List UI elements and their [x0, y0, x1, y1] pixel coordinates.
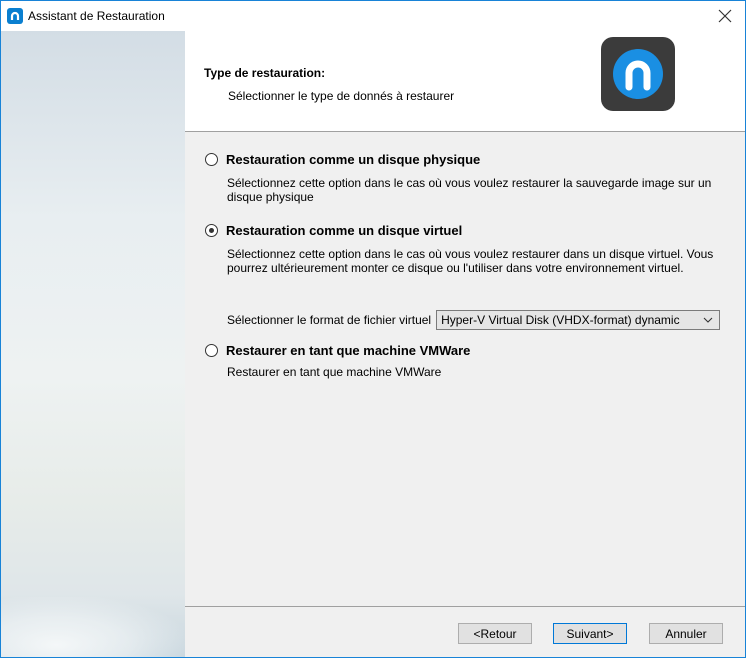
close-icon — [718, 9, 732, 23]
back-button[interactable]: <Retour — [458, 623, 532, 644]
option-description: Restaurer en tant que machine VMWare — [227, 365, 442, 379]
page-subtitle: Sélectionner le type de donnés à restaur… — [228, 89, 455, 103]
options-panel: Restauration comme un disque physique Sé… — [185, 132, 745, 606]
radio-virtual-disk[interactable] — [205, 224, 218, 237]
app-icon — [7, 8, 23, 24]
option-label: Restauration comme un disque physique — [226, 152, 481, 167]
chevron-down-icon — [703, 317, 713, 323]
title-bar: Assistant de Restauration — [1, 1, 745, 31]
format-label: Sélectionner le format de fichier virtue… — [227, 313, 432, 327]
option-label: Restauration comme un disque virtuel — [226, 223, 463, 238]
page-title: Type de restauration: — [204, 66, 326, 80]
format-row: Sélectionner le format de fichier virtue… — [227, 310, 721, 330]
wizard-footer: <Retour Suivant> Annuler — [185, 606, 745, 657]
app-logo-icon — [601, 37, 675, 111]
wizard-header: Type de restauration: Sélectionner le ty… — [185, 31, 745, 132]
format-select[interactable]: Hyper-V Virtual Disk (VHDX-format) dynam… — [436, 310, 721, 330]
option-description: Sélectionnez cette option dans le cas où… — [227, 176, 712, 204]
option-description: Sélectionnez cette option dans le cas où… — [227, 247, 714, 275]
option-label: Restaurer en tant que machine VMWare — [226, 343, 471, 358]
wizard-window: Assistant de Restauration Type de restau… — [0, 0, 746, 658]
radio-vmware[interactable] — [205, 344, 218, 357]
window-title: Assistant de Restauration — [28, 9, 165, 23]
option-virtual-disk[interactable]: Restauration comme un disque virtuel — [205, 223, 462, 238]
next-button[interactable]: Suivant> — [553, 623, 627, 644]
option-vmware[interactable]: Restaurer en tant que machine VMWare — [205, 343, 470, 358]
radio-physical-disk[interactable] — [205, 153, 218, 166]
close-button[interactable] — [705, 1, 745, 31]
option-physical-disk[interactable]: Restauration comme un disque physique — [205, 152, 480, 167]
format-select-value: Hyper-V Virtual Disk (VHDX-format) dynam… — [441, 313, 680, 327]
sidebar-sky-image — [1, 31, 185, 657]
cancel-button[interactable]: Annuler — [649, 623, 723, 644]
